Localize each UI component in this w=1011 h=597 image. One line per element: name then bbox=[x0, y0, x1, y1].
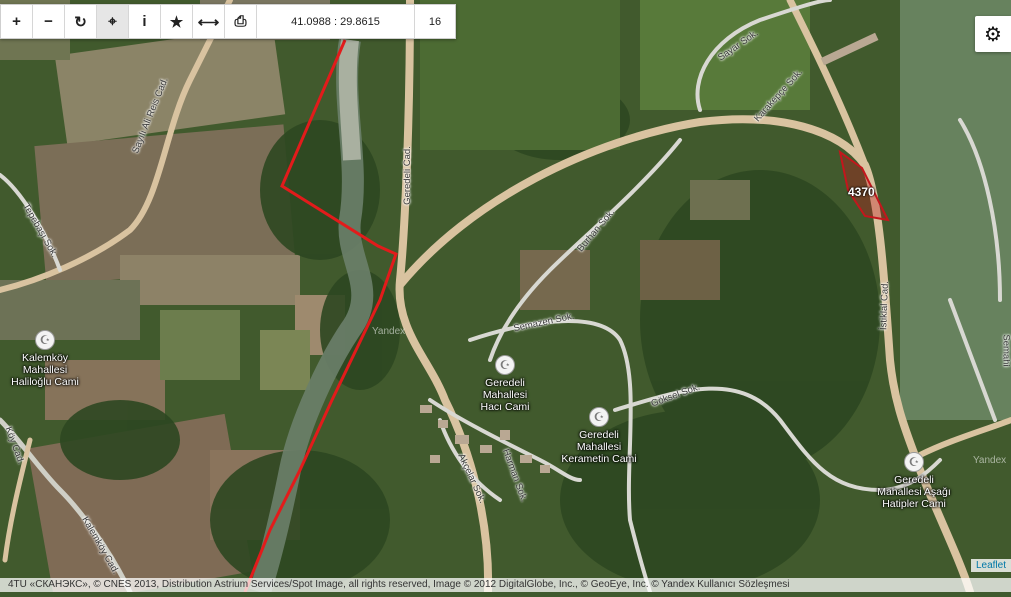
zoom-level: 16 bbox=[428, 15, 442, 28]
street-label: Geredeli Cad. bbox=[401, 146, 413, 205]
satellite-map[interactable]: 4370 ☪ Kalemköy Mahallesi Haliloğlu Cami… bbox=[0, 0, 1011, 597]
measure-button[interactable]: ⟷ bbox=[193, 5, 225, 38]
info-button[interactable]: i bbox=[129, 5, 161, 38]
plus-icon: + bbox=[12, 13, 21, 30]
street-label: Semahi bbox=[1000, 334, 1011, 367]
minus-icon: − bbox=[44, 13, 53, 30]
poi-hatipler-mosque[interactable]: ☪ Geredeli Mahallesi Aşağı Hatipler Cami bbox=[844, 452, 984, 510]
settings-button[interactable]: ⚙ bbox=[975, 16, 1011, 52]
parcel-label: 4370 bbox=[848, 185, 875, 199]
measure-icon: ⟷ bbox=[197, 13, 220, 31]
poi-haci-mosque[interactable]: ☪ Geredeli Mahallesi Hacı Cami bbox=[435, 355, 575, 413]
print-button[interactable]: ⎙ bbox=[225, 5, 257, 38]
mosque-icon: ☪ bbox=[904, 452, 924, 472]
crosshair-icon: ⌖ bbox=[108, 13, 117, 30]
coordinate-readout: 41.0988 : 29.8615 bbox=[257, 5, 415, 38]
poi-kerametin-mosque[interactable]: ☪ Geredeli Mahallesi Kerametin Cami bbox=[529, 407, 669, 465]
locate-button[interactable]: ⌖ bbox=[97, 5, 129, 38]
watermark: Yandex bbox=[973, 455, 1007, 466]
favorite-button[interactable]: ★ bbox=[161, 5, 193, 38]
map-attribution: 4TU «СКАНЭКС», © CNES 2013, Distribution… bbox=[0, 578, 1011, 592]
mosque-icon: ☪ bbox=[495, 355, 515, 375]
refresh-icon: ↻ bbox=[74, 13, 87, 31]
mosque-icon: ☪ bbox=[35, 330, 55, 350]
info-icon: i bbox=[142, 13, 147, 30]
poi-kalemkoy-mosque[interactable]: ☪ Kalemköy Mahallesi Haliloğlu Cami bbox=[0, 330, 115, 388]
star-icon: ★ bbox=[169, 13, 184, 31]
zoom-out-button[interactable]: − bbox=[33, 5, 65, 38]
leaflet-link[interactable]: Leaflet bbox=[970, 559, 1011, 572]
refresh-button[interactable]: ↻ bbox=[65, 5, 97, 38]
watermark: Yandex bbox=[372, 326, 406, 337]
zoom-in-button[interactable]: + bbox=[1, 5, 33, 38]
printer-icon: ⎙ bbox=[234, 13, 247, 30]
street-label: İstiklal Cad. bbox=[878, 280, 891, 331]
gear-icon: ⚙ bbox=[984, 23, 1002, 46]
mosque-icon: ☪ bbox=[589, 407, 609, 427]
map-toolbar: + − ↻ ⌖ i ★ ⟷ ⎙ 41.0988 : 29.8615 16 bbox=[0, 4, 456, 39]
